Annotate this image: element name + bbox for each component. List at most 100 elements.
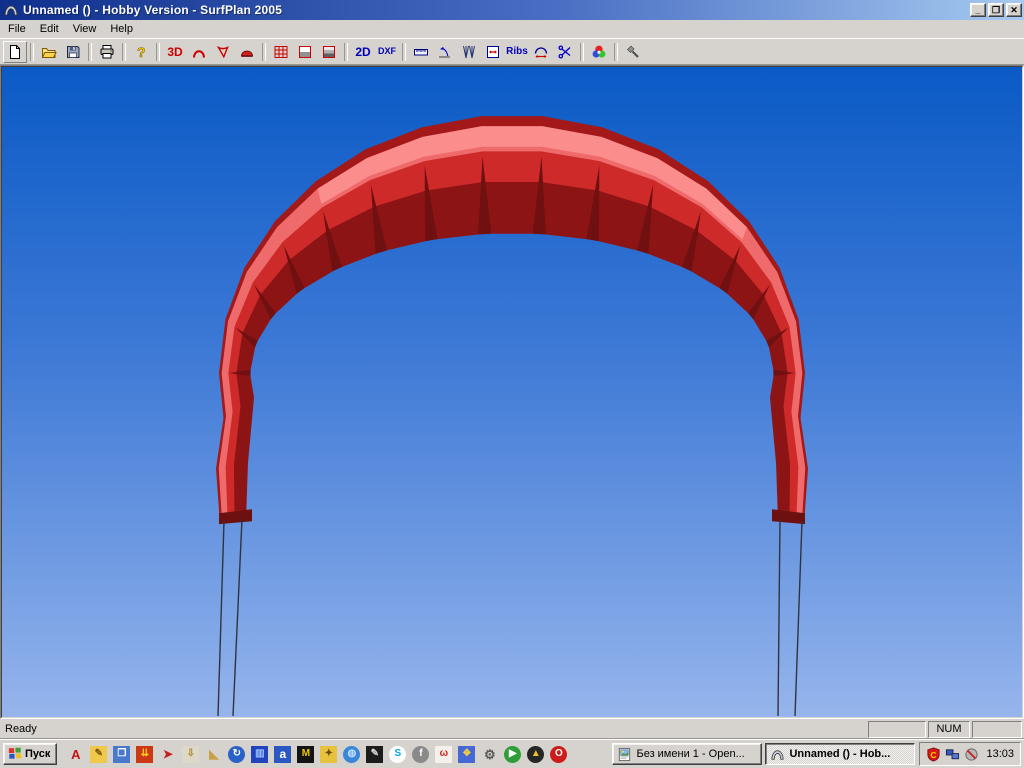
close-button[interactable]: ✕ xyxy=(1006,3,1022,17)
quick-launch-acdsee-icon[interactable]: A xyxy=(67,746,84,763)
dxf-export-button-label: DXF xyxy=(378,47,396,56)
arch-icon xyxy=(191,44,207,60)
system-tray: C13:03 xyxy=(919,742,1021,766)
menu-item-edit[interactable]: Edit xyxy=(33,21,66,37)
quick-launch-theme-icon[interactable]: ❖ xyxy=(458,746,475,763)
dxf-export-button[interactable]: DXF xyxy=(375,41,399,63)
help-icon: ? xyxy=(133,44,149,60)
toolbar-separator xyxy=(88,43,92,61)
status-message: Ready xyxy=(5,723,866,735)
quick-launch-utility-icon[interactable]: ✦ xyxy=(320,746,337,763)
arch-view-button[interactable] xyxy=(187,41,211,63)
toolbar-separator xyxy=(30,43,34,61)
view-3d-button[interactable]: 3D xyxy=(163,41,187,63)
quick-launch-flash-player-icon[interactable]: f xyxy=(412,746,429,763)
cut-panels-button[interactable] xyxy=(553,41,577,63)
task-button-label: Без имени 1 - Open... xyxy=(636,748,744,760)
wireframe-view-button[interactable] xyxy=(269,41,293,63)
toolbar: ? 3D 2DDXF Ribs xyxy=(0,38,1024,65)
surfplan-icon xyxy=(770,747,785,762)
bridle-lines-icon xyxy=(461,44,477,60)
svg-text:C: C xyxy=(931,749,937,759)
tray-network-icon[interactable] xyxy=(945,747,960,762)
panel-width-button[interactable] xyxy=(481,41,505,63)
shaded-view-button[interactable] xyxy=(293,41,317,63)
desktop-screen: Unnamed () - Hobby Version - SurfPlan 20… xyxy=(0,0,1024,768)
quick-launch-bat-icon[interactable]: M xyxy=(297,746,314,763)
quick-launch-update-icon[interactable]: ↻ xyxy=(228,746,245,763)
status-cell-scrl xyxy=(972,721,1022,738)
view-2d-button[interactable]: 2D xyxy=(351,41,375,63)
quick-launch-letter-a-icon[interactable]: a xyxy=(274,746,291,763)
planform-icon xyxy=(239,44,255,60)
menu-bar: FileEditViewHelp xyxy=(0,20,1024,38)
status-bar: Ready NUM xyxy=(0,719,1024,739)
quick-launch-sketch-icon[interactable]: ✎ xyxy=(366,746,383,763)
windows-logo-icon xyxy=(8,746,22,763)
arch-width-icon xyxy=(533,44,549,60)
profile-view-button[interactable] xyxy=(211,41,235,63)
ribs-button[interactable]: Ribs xyxy=(505,41,529,63)
task-buttons: Без имени 1 - Open... Unnamed () - Hob... xyxy=(612,743,915,765)
textured-view-button[interactable] xyxy=(317,41,341,63)
menu-item-file[interactable]: File xyxy=(1,21,33,37)
task-button-writer[interactable]: Без имени 1 - Open... xyxy=(612,743,762,765)
kite-canvas xyxy=(2,67,1022,717)
new-file-button[interactable] xyxy=(3,41,27,63)
toolbar-separator xyxy=(262,43,266,61)
ribs-button-label: Ribs xyxy=(506,47,528,57)
bridle-lines-button[interactable] xyxy=(457,41,481,63)
menu-item-view[interactable]: View xyxy=(66,21,104,37)
quick-launch-show-desktop-icon[interactable]: ❐ xyxy=(113,746,130,763)
bridle-line xyxy=(795,521,802,716)
minimize-button[interactable]: _ xyxy=(970,3,986,17)
quick-launch-library-icon[interactable]: ▥ xyxy=(251,746,268,763)
status-cell-num: NUM xyxy=(928,721,970,738)
print-button[interactable] xyxy=(95,41,119,63)
svg-text:?: ? xyxy=(137,44,146,60)
view-3d-button-label: 3D xyxy=(167,46,182,58)
open-file-button[interactable] xyxy=(37,41,61,63)
window-title: Unnamed () - Hobby Version - SurfPlan 20… xyxy=(23,3,968,17)
quick-launch-lips-icon[interactable]: ω xyxy=(435,746,452,763)
arch-width-button[interactable] xyxy=(529,41,553,63)
angle-of-attack-button[interactable] xyxy=(433,41,457,63)
planform-view-button[interactable] xyxy=(235,41,259,63)
tray-blocked-icon[interactable] xyxy=(964,747,979,762)
shaded-view-icon xyxy=(297,44,313,60)
bridle-line xyxy=(233,519,242,716)
quick-launch-download-master-icon[interactable]: ⇊ xyxy=(136,746,153,763)
menu-item-help[interactable]: Help xyxy=(103,21,140,37)
task-button-surfplan[interactable]: Unnamed () - Hob... xyxy=(765,743,915,765)
restore-button[interactable]: ❐ xyxy=(988,3,1004,17)
tray-antivirus-icon[interactable]: C xyxy=(926,747,941,762)
quick-launch-google-earth-icon[interactable]: ◍ xyxy=(343,746,360,763)
quick-launch-skype-icon[interactable]: S xyxy=(389,746,406,763)
aoa-icon xyxy=(437,44,453,60)
quick-launch-downloader-icon[interactable]: ⇩ xyxy=(182,746,199,763)
textured-view-icon xyxy=(321,44,337,60)
design-viewport[interactable] xyxy=(1,66,1023,718)
title-bar: Unnamed () - Hobby Version - SurfPlan 20… xyxy=(0,0,1024,20)
bridle-line xyxy=(778,519,780,716)
quick-launch-bar: A ✎ ❐ ⇊ ➤ ⇩ ◣ ↻ ▥ aM ✦ ◍ ✎ Sfω ❖ ⚙ ▶ ▲ O xyxy=(67,746,567,763)
colors-button[interactable] xyxy=(587,41,611,63)
quick-launch-goldwave-icon[interactable]: ◣ xyxy=(205,746,222,763)
start-button[interactable]: Пуск xyxy=(3,743,57,765)
measure-button[interactable] xyxy=(409,41,433,63)
quick-launch-opera-icon[interactable]: O xyxy=(550,746,567,763)
toolbar-separator xyxy=(344,43,348,61)
openoffice-doc-icon xyxy=(617,747,632,762)
print-icon xyxy=(99,44,115,60)
new-document-icon xyxy=(7,44,23,60)
tools-button[interactable] xyxy=(621,41,645,63)
save-button[interactable] xyxy=(61,41,85,63)
quick-launch-aimp-icon[interactable]: ▲ xyxy=(527,746,544,763)
help-button[interactable]: ? xyxy=(129,41,153,63)
quick-launch-media-player-icon[interactable]: ▶ xyxy=(504,746,521,763)
window-controls: _❐✕ xyxy=(968,3,1022,17)
quick-launch-flashget-icon[interactable]: ➤ xyxy=(159,746,176,763)
quick-launch-archiver-icon[interactable]: ✎ xyxy=(90,746,107,763)
toolbar-separator xyxy=(156,43,160,61)
quick-launch-gear-icon[interactable]: ⚙ xyxy=(481,746,498,763)
